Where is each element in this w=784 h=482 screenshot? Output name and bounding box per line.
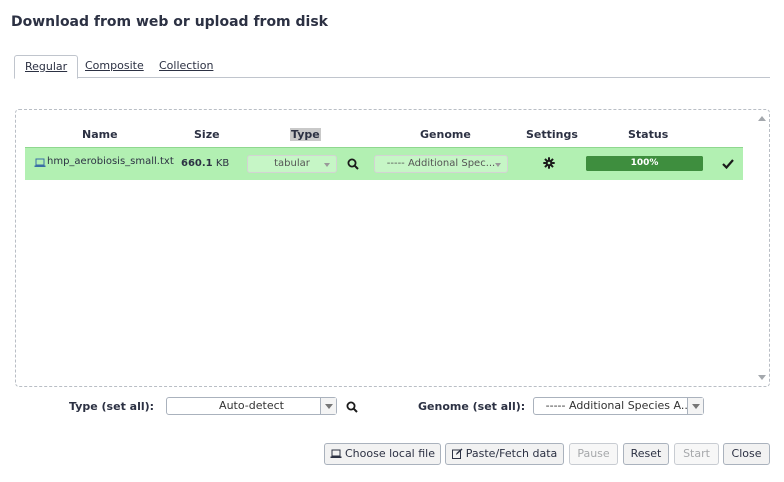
column-header-settings: Settings [526, 128, 578, 141]
laptop-icon [34, 158, 46, 167]
tab-composite[interactable]: Composite [75, 55, 154, 78]
choose-local-file-button[interactable]: Choose local file [324, 443, 441, 465]
type-set-all-value: Auto-detect [219, 399, 284, 412]
column-header-genome: Genome [420, 128, 471, 141]
search-icon[interactable] [347, 158, 359, 170]
scroll-up-arrow-icon[interactable] [758, 116, 766, 121]
file-type-select[interactable]: tabular [247, 155, 337, 173]
progress-label: 100% [630, 158, 659, 168]
pause-button[interactable]: Pause [569, 443, 618, 465]
column-header-type: Type [290, 128, 321, 141]
close-button[interactable]: Close [723, 443, 770, 465]
tab-collection[interactable]: Collection [149, 55, 223, 78]
file-genome-select[interactable]: ----- Additional Spec... [374, 155, 508, 173]
search-icon[interactable] [346, 401, 358, 413]
upload-tabs: Regular Composite Collection [14, 55, 770, 79]
chevron-down-icon [324, 163, 330, 167]
paste-fetch-data-label: Paste/Fetch data [465, 447, 558, 460]
start-button[interactable]: Start [674, 443, 719, 465]
queue-scrollbar[interactable] [755, 110, 769, 386]
column-header-size: Size [194, 128, 220, 141]
file-size: 660.1 KB [181, 158, 229, 169]
column-header-status: Status [628, 128, 669, 141]
genome-set-all-label: Genome (set all): [418, 400, 526, 413]
file-genome-value: ----- Additional Spec... [386, 158, 496, 169]
file-type-value: tabular [274, 158, 310, 169]
chevron-down-icon [320, 398, 336, 414]
upload-row: hmp_aerobiosis_small.txt 660.1 KB tabula… [25, 147, 743, 180]
check-icon [722, 159, 734, 169]
upload-queue-box: Name Size Type Genome Settings Status hm… [15, 109, 770, 387]
chevron-down-icon [495, 163, 501, 167]
edit-icon [451, 448, 463, 459]
genome-set-all-select[interactable]: ----- Additional Species A... [533, 397, 704, 415]
file-size-unit: KB [215, 158, 230, 169]
file-name: hmp_aerobiosis_small.txt [47, 156, 174, 167]
column-header-name: Name [82, 128, 118, 141]
laptop-icon [330, 449, 342, 458]
reset-button[interactable]: Reset [623, 443, 669, 465]
chevron-down-icon [687, 398, 703, 414]
type-set-all-label: Type (set all): [69, 400, 155, 413]
gear-icon[interactable] [543, 157, 555, 169]
upload-progress-bar: 100% [586, 156, 703, 171]
dialog-title: Download from web or upload from disk [11, 14, 328, 30]
tab-regular[interactable]: Regular [14, 55, 79, 79]
choose-local-file-label: Choose local file [345, 447, 435, 460]
type-set-all-select[interactable]: Auto-detect [166, 397, 337, 415]
paste-fetch-data-button[interactable]: Paste/Fetch data [445, 443, 564, 465]
scroll-down-arrow-icon[interactable] [758, 375, 766, 380]
file-size-value: 660.1 [181, 158, 213, 169]
genome-set-all-value: ----- Additional Species A... [545, 399, 692, 412]
